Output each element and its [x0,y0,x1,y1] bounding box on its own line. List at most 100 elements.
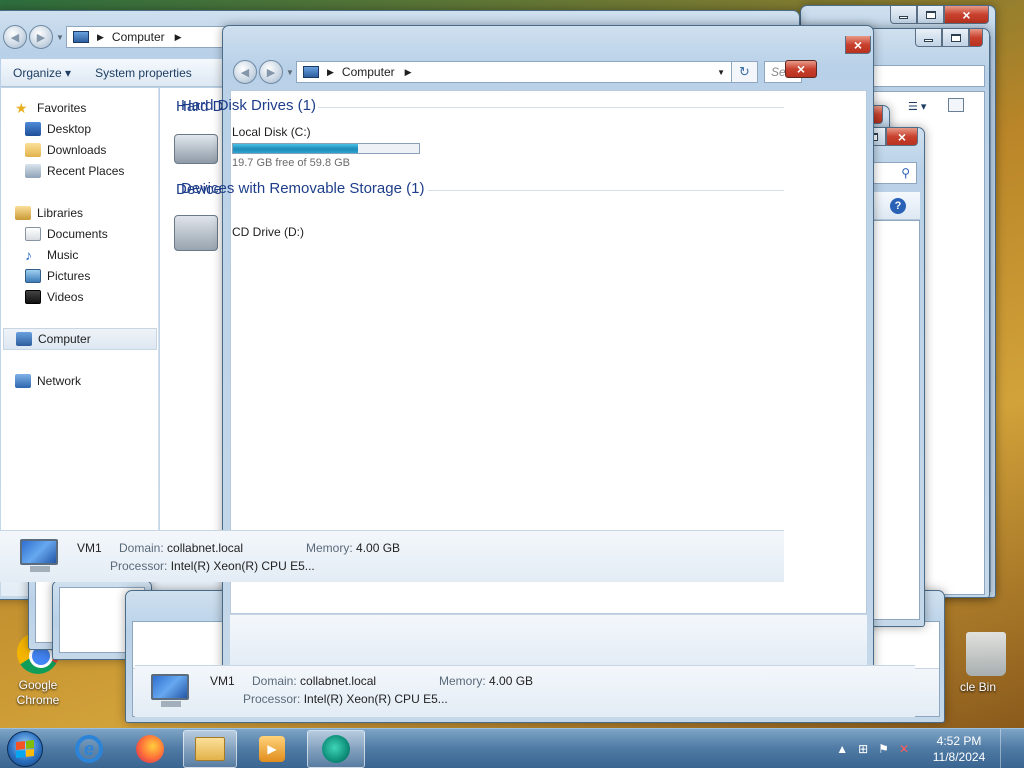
details-value: Intel(R) Xeon(R) CPU E5... [303,692,448,706]
start-button[interactable] [7,731,43,767]
maximize-button[interactable] [942,29,969,47]
close-button[interactable]: × [944,6,989,24]
nav-computer[interactable]: Computer [3,328,157,350]
nav-recent-places[interactable]: Recent Places [25,161,124,181]
taskbar-windows-explorer[interactable] [183,730,237,768]
window-controls: × [890,6,989,24]
nav-network[interactable]: Network [15,371,81,391]
minimize-button[interactable] [890,6,917,24]
firefox-icon [136,735,164,763]
recent-pages-dropdown[interactable]: ▼ [56,33,66,42]
computer-monitor-icon [151,674,191,708]
details-memory: Memory: 4.00 GB [439,674,533,688]
preview-pane-icon[interactable] [948,98,964,112]
show-desktop-button[interactable] [1000,729,1014,768]
nav-music[interactable]: ♪ Music [25,245,78,265]
maximize-icon [950,33,961,42]
details-key: Processor: [243,692,301,706]
nav-documents[interactable]: Documents [25,224,108,244]
back-button[interactable]: ◀ [233,60,257,84]
views-icon[interactable]: ☰ ▾ [908,100,926,113]
windows-logo-icon [16,740,34,758]
address-bar[interactable]: ▶ Computer ▶ ▼ [296,61,732,83]
pictures-icon [25,269,41,283]
system-properties-button[interactable]: System properties [83,66,204,80]
breadcrumb-chevron-icon: ▶ [97,31,104,42]
details-processor: Processor: Intel(R) Xeon(R) CPU E5... [243,692,448,706]
details-computer-name: VM1 [210,674,235,688]
close-button[interactable] [969,29,983,47]
help-icon[interactable]: ? [890,197,906,214]
nav-label: Desktop [47,122,92,136]
network-tray-icon[interactable]: ⊞ [858,742,868,756]
maximize-button[interactable] [917,6,944,24]
recycle-bin-icon [966,632,1006,676]
search-input[interactable]: ⚲ [871,162,917,184]
breadcrumb-computer[interactable]: Computer [112,30,165,44]
cd-drive-icon[interactable] [174,215,218,251]
nav-downloads[interactable]: Downloads [25,140,106,160]
nav-pictures[interactable]: Pictures [25,266,90,286]
taskbar-internet-explorer[interactable]: e [62,730,116,768]
breadcrumb-computer[interactable]: Computer [342,65,395,79]
drive-d-label[interactable]: CD Drive (D:) [232,225,304,239]
details-pane-top: VM1 Domain: collabnet.local Memory: 4.00… [0,530,784,582]
close-button-overlay[interactable]: × [785,60,817,78]
desktop-icon-label: cle Bin [960,680,997,694]
nav-label: Documents [47,227,108,241]
details-memory: Memory: 4.00 GB [306,541,400,555]
nav-videos[interactable]: Videos [25,287,83,307]
group-title: Hard Disk Drives (1) [181,97,317,114]
back-button[interactable]: ◀ [3,25,27,49]
details-value: collabnet.local [300,674,377,688]
nav-label: Recent Places [47,164,125,178]
details-computer-name: VM1 [77,541,102,555]
taskbar-remote-app[interactable] [307,730,365,768]
minimize-button[interactable] [915,29,942,47]
desktop-icon-recycle-bin[interactable]: cle Bin [960,632,1024,695]
taskbar-media-player[interactable]: ▶ [245,730,299,768]
address-bar[interactable]: ▶ Computer ▶ [66,26,226,48]
details-value: 4.00 GB [489,674,534,688]
breadcrumb-chevron-icon: ▶ [174,31,182,42]
libraries-icon [15,206,31,220]
clock-time: 4:52 PM [936,734,982,748]
maximize-icon [925,10,936,19]
group-header-removable[interactable]: Devices with Removable Storage (1) [181,180,424,197]
navigation-pane: ★ Favorites Desktop Downloads Recent Pla… [1,88,159,538]
nav-bar: ◀ ▶ ▼ ▶ Computer ▶ [3,25,226,49]
window-controls [915,29,983,47]
group-title: Devices with Removable Storage (1) [181,180,425,197]
nav-desktop[interactable]: Desktop [25,119,91,139]
drive-c-usage-fill [233,144,358,153]
hard-disk-icon[interactable] [174,134,218,164]
refresh-button[interactable]: ↻ [732,61,758,83]
nav-libraries[interactable]: Libraries [15,203,83,223]
search-icon: ⚲ [901,166,910,180]
volume-muted-icon[interactable]: ✕ [899,742,909,756]
clock[interactable]: 4:52 PM 11/8/2024 [924,733,994,765]
forward-button[interactable]: ▶ [29,25,53,49]
close-button[interactable]: × [845,36,871,54]
recent-places-icon [25,164,41,178]
details-processor: Processor: Intel(R) Xeon(R) CPU E5... [110,559,315,573]
close-icon: × [853,36,863,53]
taskbar-firefox[interactable] [123,730,177,768]
clock-date: 11/8/2024 [932,750,986,764]
network-icon [15,374,31,388]
organize-button[interactable]: Organize ▾ [1,66,83,80]
back-arrow-icon: ◀ [10,31,20,44]
internet-explorer-icon: e [75,735,103,763]
recent-pages-dropdown[interactable]: ▼ [286,68,296,77]
action-center-flag-icon[interactable]: ⚑ [878,742,889,756]
show-hidden-icons-icon[interactable]: ▲ [836,742,848,756]
address-dropdown-icon[interactable]: ▼ [717,68,725,77]
group-header-hdd[interactable]: Hard Disk Drives (1) [181,97,316,114]
forward-button[interactable]: ▶ [259,60,283,84]
details-domain: Domain: collabnet.local [119,541,243,555]
drive-c-label[interactable]: Local Disk (C:) [232,125,311,139]
close-button[interactable]: × [886,128,918,146]
music-icon: ♪ [25,247,32,263]
nav-favorites[interactable]: ★ Favorites [15,98,86,118]
computer-icon [73,31,89,43]
